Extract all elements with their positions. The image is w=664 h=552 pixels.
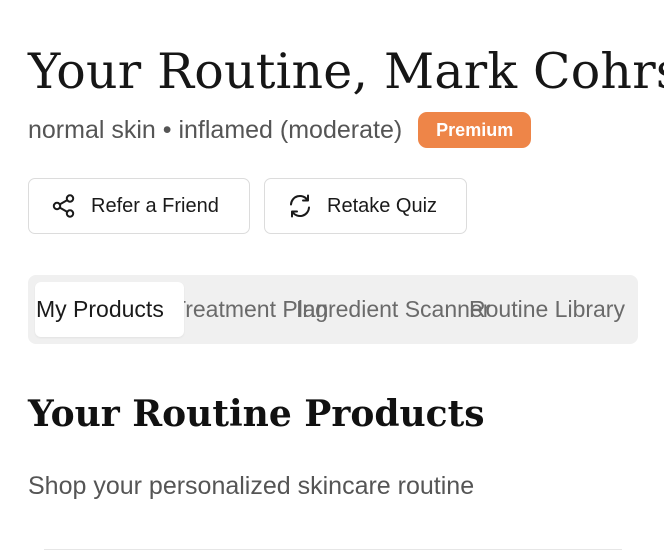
tab-bar: Treatment Plan Ingredient Scanner Routin… — [28, 275, 638, 344]
tab-ingredient-scanner[interactable]: Ingredient Scanner — [296, 282, 490, 337]
profile-meta: normal skin • inflamed (moderate) Premiu… — [28, 112, 532, 148]
refer-friend-label: Refer a Friend — [91, 194, 219, 217]
tab-my-products[interactable]: My Products — [35, 282, 184, 337]
share-icon — [51, 193, 77, 219]
section-subtitle: Shop your personalized skincare routine — [28, 472, 475, 500]
retake-quiz-label: Retake Quiz — [327, 194, 438, 217]
refresh-icon — [287, 193, 313, 219]
page-title: Your Routine, Mark Cohrs — [28, 43, 664, 100]
retake-quiz-button[interactable]: Retake Quiz — [264, 178, 467, 234]
refer-friend-button[interactable]: Refer a Friend — [28, 178, 250, 234]
tab-routine-library[interactable]: Routine Library — [469, 282, 625, 337]
divider — [44, 549, 622, 550]
premium-badge: Premium — [418, 112, 532, 148]
action-buttons: Refer a Friend Retake Quiz — [28, 178, 467, 234]
section-title: Your Routine Products — [28, 393, 485, 435]
routine-page: Your Routine, Mark Cohrs normal skin • i… — [0, 0, 664, 552]
skin-meta-text: normal skin • inflamed (moderate) — [28, 115, 403, 144]
